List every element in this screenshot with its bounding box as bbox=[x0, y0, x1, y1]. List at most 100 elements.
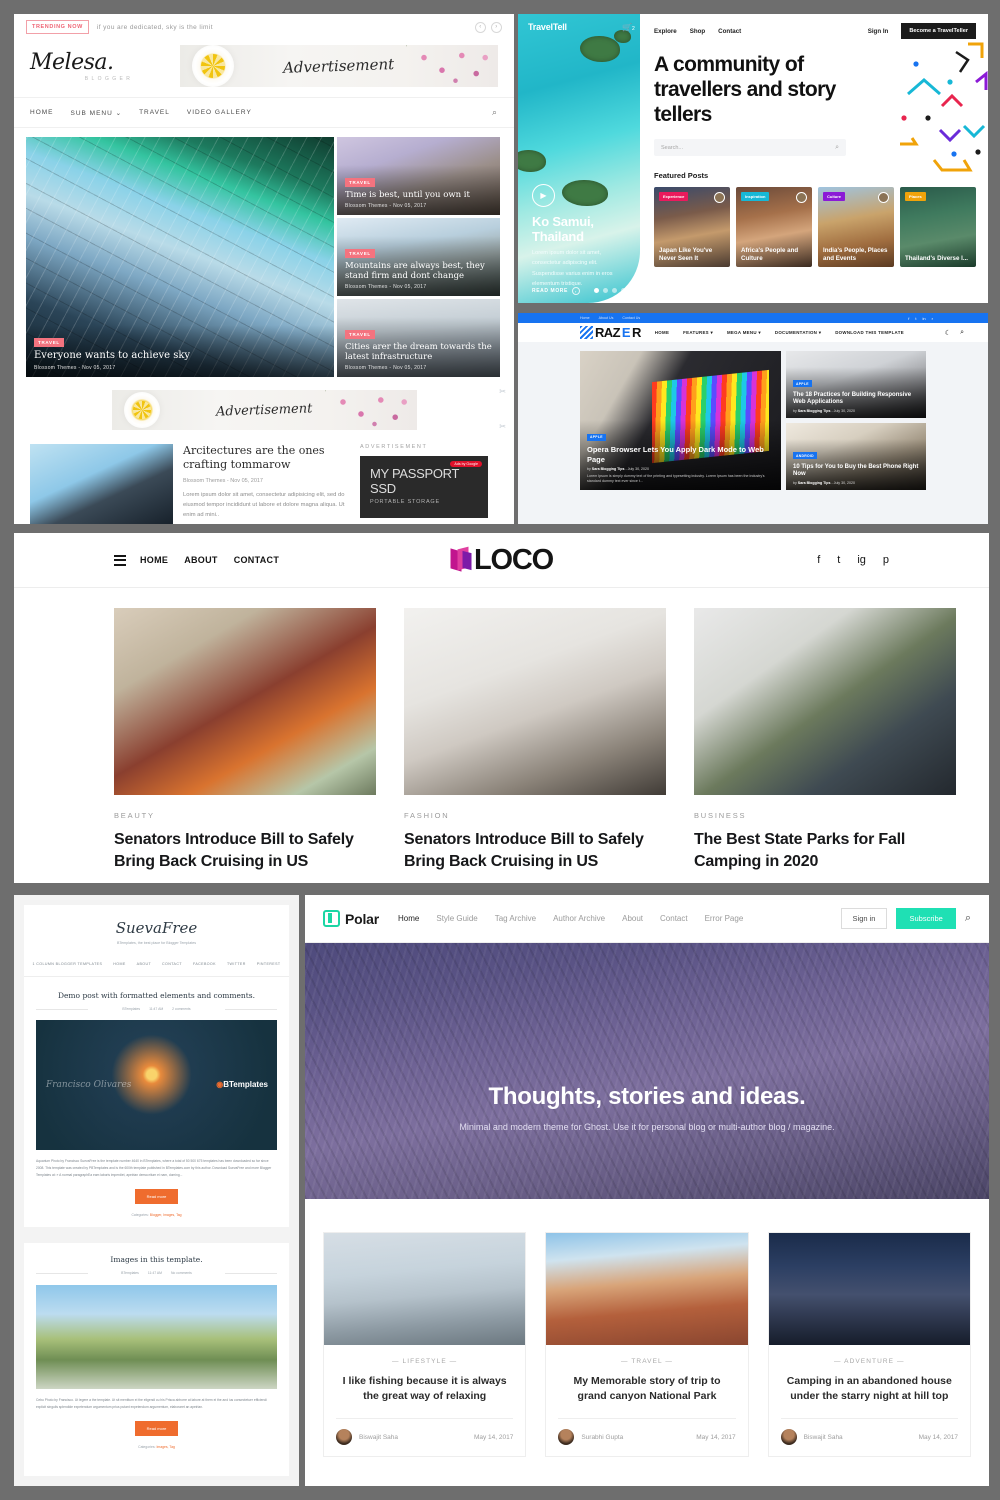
loco-post-1[interactable]: BEAUTY Senators Introduce Bill to Safely… bbox=[114, 608, 376, 873]
nav-item-tag-archive[interactable]: Tag Archive bbox=[495, 914, 536, 923]
dot-3[interactable] bbox=[612, 288, 617, 293]
nav-item-shop[interactable]: Shop bbox=[690, 28, 705, 35]
nav-item-mega-menu[interactable]: MEGA MENU ▾ bbox=[727, 330, 761, 336]
post-title[interactable]: I like fishing because it is always the … bbox=[324, 1374, 525, 1404]
linkedin-icon[interactable]: in bbox=[923, 316, 926, 321]
nav-item-contact[interactable]: CONTACT bbox=[162, 962, 182, 966]
nav-item-explore[interactable]: Explore bbox=[654, 28, 677, 35]
post-title[interactable]: Senators Introduce Bill to Safely Bring … bbox=[114, 829, 376, 873]
nav-item-features[interactable]: FEATURES ▾ bbox=[683, 330, 713, 336]
sidebar-ad-image[interactable]: Ads by Google MY PASSPORT SSD PORTABLE S… bbox=[360, 456, 488, 518]
cart-icon[interactable]: 🛒2 bbox=[622, 23, 635, 32]
search-icon[interactable]: ⌕ bbox=[492, 107, 498, 118]
search-input[interactable]: Search... ⌕ bbox=[654, 139, 846, 157]
nav-item-home[interactable]: HOME bbox=[140, 555, 168, 565]
side-post-1[interactable]: TRAVEL Time is best, until you own it Bl… bbox=[337, 137, 500, 215]
nav-item-documentation[interactable]: DOCUMENTATION ▾ bbox=[775, 330, 821, 336]
featured-card-4[interactable]: Places Thailand's Diverse I... bbox=[900, 187, 976, 268]
carousel-dots[interactable] bbox=[594, 288, 626, 293]
trending-arrows[interactable]: ‹ › bbox=[475, 21, 502, 33]
search-icon[interactable]: ⌕ bbox=[965, 912, 971, 925]
comment-count[interactable]: 2 comments bbox=[172, 1007, 190, 1011]
nav-item-contact[interactable]: CONTACT bbox=[234, 555, 279, 565]
loco-logo[interactable]: LOCO bbox=[450, 544, 554, 577]
read-more-button[interactable]: Read more bbox=[134, 1188, 179, 1204]
read-more-button-2[interactable]: Read more bbox=[134, 1420, 179, 1436]
nav-item-submenu[interactable]: SUB MENU ⌄ bbox=[71, 109, 123, 117]
dot-1[interactable] bbox=[594, 288, 599, 293]
comment-count[interactable]: No comments bbox=[171, 1271, 192, 1275]
twitter-icon[interactable]: t bbox=[915, 316, 916, 321]
nav-item-twitter[interactable]: TWITTER bbox=[227, 962, 246, 966]
traveltell-logo[interactable]: TravelTell bbox=[528, 22, 567, 32]
search-icon[interactable]: ⌕ bbox=[960, 329, 964, 337]
nav-item-error-page[interactable]: Error Page bbox=[705, 914, 744, 923]
instagram-icon[interactable]: ig bbox=[857, 554, 866, 566]
menu-icon[interactable] bbox=[114, 554, 126, 566]
loco-post-2[interactable]: FASHION Senators Introduce Bill to Safel… bbox=[404, 608, 666, 873]
hero-post[interactable]: TRAVEL Everyone wants to achieve sky Blo… bbox=[26, 137, 334, 377]
post-title[interactable]: My Memorable story of trip to grand cany… bbox=[546, 1374, 747, 1404]
prev-arrow-icon[interactable]: ‹ bbox=[475, 21, 486, 33]
facebook-icon[interactable]: f bbox=[908, 316, 909, 321]
search-icon[interactable]: ⌕ bbox=[835, 144, 839, 152]
close-ad-icon[interactable]: ✂ bbox=[499, 387, 506, 396]
nav-item-contact[interactable]: Contact bbox=[660, 914, 688, 923]
post-title[interactable]: Camping in an abandoned house under the … bbox=[769, 1374, 970, 1404]
nav-item-contact[interactable]: Contact bbox=[718, 28, 741, 35]
featured-card-1[interactable]: Experience Japan Like You've Never Seen … bbox=[654, 187, 730, 268]
nav-item-pinterest[interactable]: PINTEREST bbox=[257, 962, 281, 966]
header-advertisement[interactable]: Advertisement bbox=[180, 45, 498, 87]
post-title[interactable]: Demo post with formatted elements and co… bbox=[36, 991, 277, 1000]
dot-2[interactable] bbox=[603, 288, 608, 293]
topnav-contact[interactable]: Contact Us bbox=[622, 316, 640, 320]
nav-item-about[interactable]: About bbox=[622, 914, 643, 923]
nav-item-travel[interactable]: TRAVEL bbox=[139, 109, 170, 116]
rss-icon[interactable]: r bbox=[932, 316, 933, 321]
topnav-about[interactable]: About Us bbox=[599, 316, 614, 320]
nav-item-facebook[interactable]: FACEBOOK bbox=[193, 962, 216, 966]
razer-side-post-2[interactable]: ANDROID 10 Tips for You to Buy the Best … bbox=[786, 423, 926, 490]
nav-item-download[interactable]: DOWNLOAD THIS TEMPLATE bbox=[835, 330, 904, 335]
topnav-home[interactable]: Home bbox=[580, 316, 590, 320]
article-title[interactable]: Arcitectures are the ones crafting tomma… bbox=[183, 444, 350, 473]
nav-item-home[interactable]: Home bbox=[398, 914, 419, 923]
subscribe-button[interactable]: Subscribe bbox=[896, 908, 956, 929]
polar-post-2[interactable]: — TRAVEL — My Memorable story of trip to… bbox=[545, 1232, 749, 1458]
nav-item-home[interactable]: HOME bbox=[113, 962, 125, 966]
read-more-button[interactable]: READ MORE › bbox=[532, 287, 580, 295]
sign-in-button[interactable]: Sign in bbox=[840, 908, 888, 929]
pinterest-icon[interactable]: p bbox=[883, 554, 889, 566]
nav-item-about[interactable]: ABOUT bbox=[137, 962, 151, 966]
razer-logo[interactable]: RAZ E R bbox=[580, 325, 641, 340]
twitter-icon[interactable]: t bbox=[837, 554, 840, 566]
post-title[interactable]: Senators Introduce Bill to Safely Bring … bbox=[404, 829, 666, 873]
article-thumbnail[interactable] bbox=[30, 444, 173, 524]
facebook-icon[interactable]: f bbox=[817, 554, 820, 566]
social-links[interactable]: f t in r bbox=[908, 316, 933, 321]
play-icon[interactable]: ▶ bbox=[532, 184, 555, 207]
nav-item-video-gallery[interactable]: VIDEO GALLERY bbox=[187, 109, 252, 116]
side-post-2[interactable]: TRAVEL Mountains are always best, they s… bbox=[337, 218, 500, 296]
post-2-title[interactable]: Images in this template. bbox=[36, 1255, 277, 1264]
nav-item-about[interactable]: ABOUT bbox=[184, 555, 218, 565]
post-title[interactable]: The Best State Parks for Fall Camping in… bbox=[694, 829, 956, 873]
side-post-3[interactable]: TRAVEL Cities arer the dream towards the… bbox=[337, 299, 500, 377]
nav-item-style-guide[interactable]: Style Guide bbox=[436, 914, 477, 923]
polar-post-1[interactable]: — LIFESTYLE — I like fishing because it … bbox=[323, 1232, 527, 1458]
polar-logo[interactable]: Polar bbox=[323, 910, 379, 927]
nav-item-1column[interactable]: 1 COLUMN BLOGGER TEMPLATES bbox=[32, 962, 102, 966]
featured-card-3[interactable]: Culture India's People, Places and Event… bbox=[818, 187, 894, 268]
razer-side-post-1[interactable]: APPLE The 18 Practices for Building Resp… bbox=[786, 351, 926, 418]
next-arrow-icon[interactable]: › bbox=[491, 21, 502, 33]
suevafree-logo[interactable]: SuevaFree bbox=[24, 905, 289, 937]
polar-post-3[interactable]: — ADVENTURE — Camping in an abandoned ho… bbox=[767, 1232, 971, 1458]
traveltell-hero-slide[interactable]: TravelTell 🛒2 ▶ Ko Samui, Thailand Lorem… bbox=[518, 14, 640, 303]
dark-mode-icon[interactable]: ☾ bbox=[945, 329, 951, 337]
loco-post-3[interactable]: BUSINESS The Best State Parks for Fall C… bbox=[694, 608, 956, 873]
razer-main-post[interactable]: APPLE Opera Browser Lets You Apply Dark … bbox=[580, 351, 781, 490]
sign-in-link[interactable]: Sign In bbox=[868, 28, 889, 35]
melesa-logo[interactable]: Melesa. BLOGGER bbox=[30, 50, 180, 82]
close-ad-icon-2[interactable]: ✂ bbox=[499, 422, 506, 431]
nav-item-author-archive[interactable]: Author Archive bbox=[553, 914, 605, 923]
